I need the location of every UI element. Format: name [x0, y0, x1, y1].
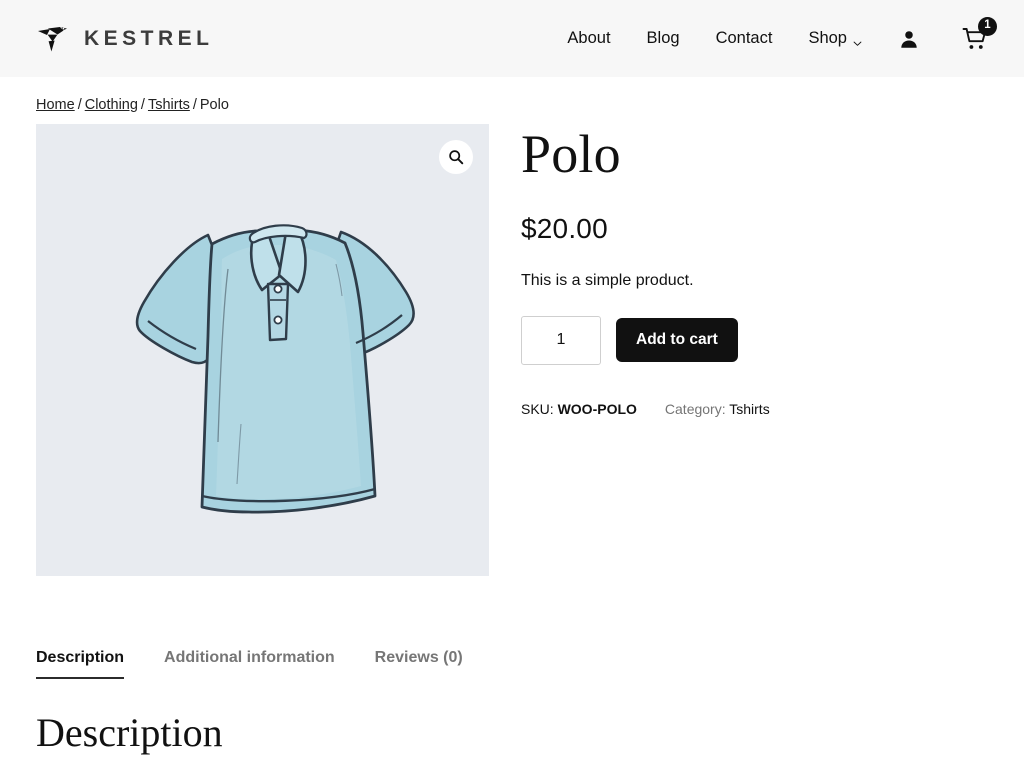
product-category: Category: Tshirts	[665, 401, 770, 417]
bird-origami-icon	[36, 22, 70, 56]
breadcrumb-item-tshirts[interactable]: Tshirts	[148, 97, 190, 113]
nav-item-blog-label: Blog	[646, 29, 680, 47]
nav-item-shop-label: Shop	[808, 29, 847, 47]
nav-item-blog[interactable]: Blog	[647, 29, 680, 48]
category-label: Category:	[664, 400, 726, 417]
product-tabs: Description Additional information Revie…	[0, 649, 1024, 679]
brand-name: KESTREL	[84, 26, 214, 50]
quantity-input[interactable]	[521, 315, 601, 365]
breadcrumb-separator: /	[140, 97, 145, 113]
breadcrumb-item-clothing[interactable]: Clothing	[85, 97, 138, 113]
sku-label: SKU:	[521, 400, 554, 417]
tab-reviews[interactable]: Reviews (0)	[375, 649, 463, 679]
nav-item-about[interactable]: About	[567, 29, 610, 48]
account-person-icon	[898, 28, 920, 50]
tab-description[interactable]: Description	[36, 649, 125, 679]
product-short-description: This is a simple product.	[521, 271, 694, 289]
magnifier-search-icon	[448, 149, 464, 165]
brand-logo-link[interactable]: KESTREL	[36, 22, 214, 56]
tab-additional-information[interactable]: Additional information	[164, 649, 335, 679]
sku-value: WOO-POLO	[557, 400, 637, 417]
category-value-link[interactable]: Tshirts	[729, 401, 769, 417]
breadcrumb-item-home[interactable]: Home	[36, 97, 75, 113]
tab-panel-description: Description	[0, 679, 1024, 756]
product-image	[135, 224, 415, 514]
nav-item-shop[interactable]: Shop	[808, 29, 862, 48]
product-main: Polo $20.00 This is a simple product. Ad…	[0, 113, 1024, 576]
nav-item-contact-label: Contact	[715, 29, 773, 47]
site-header: KESTREL About Blog Contact Shop 1	[0, 0, 1024, 77]
add-to-cart-form: Add to cart	[521, 315, 988, 365]
main-navigation: About Blog Contact Shop 1	[567, 16, 997, 52]
panel-heading: Description	[36, 710, 223, 755]
product-meta: SKU: WOO-POLO Category: Tshirts	[521, 401, 988, 417]
product-title: Polo	[521, 124, 621, 184]
breadcrumb: Home / Clothing / Tshirts / Polo	[0, 77, 1024, 113]
product-summary: Polo $20.00 This is a simple product. Ad…	[505, 124, 988, 576]
cart-button[interactable]: 1	[962, 16, 997, 52]
product-price: $20.00	[521, 212, 608, 244]
product-gallery[interactable]	[36, 124, 489, 576]
breadcrumb-separator: /	[77, 97, 82, 113]
chevron-down-icon	[853, 34, 862, 46]
add-to-cart-button[interactable]: Add to cart	[616, 318, 738, 363]
nav-item-contact[interactable]: Contact	[716, 29, 773, 48]
account-button[interactable]	[898, 28, 920, 50]
cart-count-badge: 1	[978, 16, 997, 36]
nav-item-about-label: About	[567, 29, 611, 47]
breadcrumb-separator: /	[192, 97, 197, 113]
product-sku: SKU: WOO-POLO	[521, 401, 637, 417]
zoom-image-button[interactable]	[439, 140, 473, 174]
breadcrumb-item-current: Polo	[199, 97, 229, 113]
